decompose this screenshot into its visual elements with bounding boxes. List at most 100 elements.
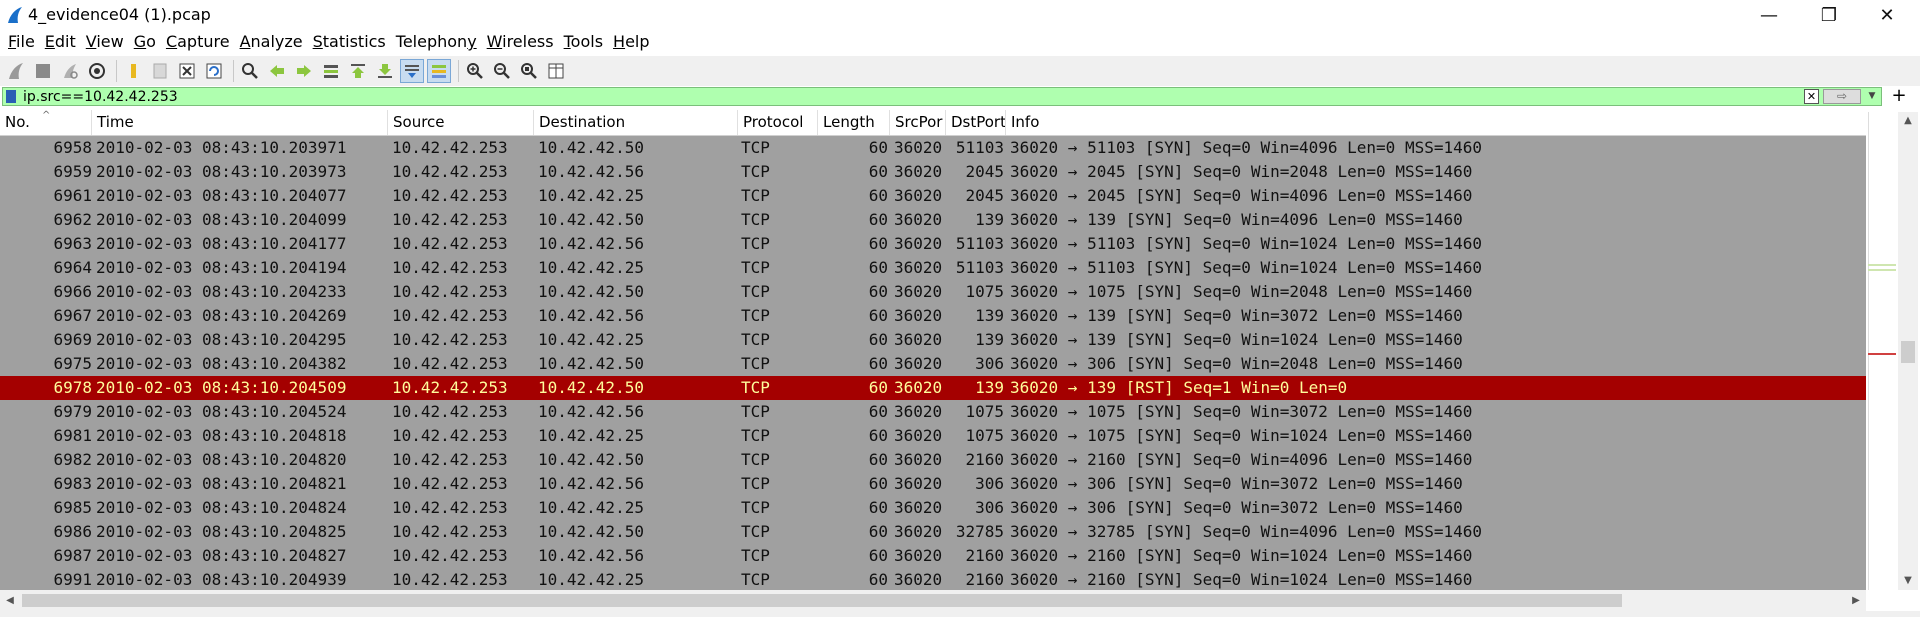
- restart-capture-button[interactable]: [58, 59, 82, 83]
- menu-capture[interactable]: Capture: [166, 30, 230, 54]
- packet-destination: 10.42.42.50: [538, 522, 644, 541]
- menu-wireless-mnemonic: W: [486, 32, 503, 51]
- scroll-right-arrow-icon[interactable]: ▶: [1846, 590, 1866, 611]
- zoom-out-button[interactable]: [490, 59, 514, 83]
- table-row[interactable]: 6986 2010-02-03 08:43:10.204825 10.42.42.2…: [0, 520, 1866, 544]
- table-row[interactable]: 6975 2010-02-03 08:43:10.204382 10.42.42.2…: [0, 352, 1866, 376]
- table-row[interactable]: 6963 2010-02-03 08:43:10.204177 10.42.42.2…: [0, 232, 1866, 256]
- menu-file[interactable]: File: [8, 30, 35, 54]
- table-row[interactable]: 6982 2010-02-03 08:43:10.204820 10.42.42.2…: [0, 448, 1866, 472]
- autoscroll-button[interactable]: [400, 59, 424, 83]
- find-packet-button[interactable]: [238, 59, 262, 83]
- menu-analyze[interactable]: Analyze: [240, 30, 303, 54]
- table-row[interactable]: 6964 2010-02-03 08:43:10.204194 10.42.42.2…: [0, 256, 1866, 280]
- menu-telephony-mnemonic: y: [467, 32, 477, 51]
- packet-destination: 10.42.42.56: [538, 306, 644, 325]
- go-forward-button[interactable]: [292, 59, 316, 83]
- menu-go[interactable]: Go: [134, 30, 156, 54]
- go-last-icon: [378, 64, 392, 78]
- column-header-dstport[interactable]: DstPort: [946, 110, 1006, 135]
- go-to-packet-icon: [324, 65, 338, 78]
- menu-view[interactable]: View: [86, 30, 124, 54]
- packet-minimap[interactable]: [1868, 112, 1897, 590]
- capture-options-button[interactable]: [85, 59, 109, 83]
- menu-view-label: iew: [96, 32, 124, 51]
- column-info-label: Info: [1011, 113, 1040, 131]
- add-filter-button[interactable]: +: [1888, 86, 1910, 106]
- table-row-selected[interactable]: 6978 2010-02-03 08:43:10.204509 10.42.42.2…: [0, 376, 1866, 400]
- packet-number: 6967: [53, 306, 92, 325]
- packet-time: 2010-02-03 08:43:10.204077: [96, 186, 347, 205]
- display-filter-text[interactable]: ip.src==10.42.42.253: [23, 88, 178, 106]
- packet-source: 10.42.42.253: [392, 546, 508, 565]
- scroll-down-arrow-icon[interactable]: ▼: [1898, 572, 1918, 590]
- scroll-up-arrow-icon[interactable]: ▲: [1898, 112, 1918, 130]
- horizontal-scrollbar[interactable]: ◀ ▶: [0, 590, 1866, 611]
- table-row[interactable]: 6962 2010-02-03 08:43:10.204099 10.42.42.2…: [0, 208, 1866, 232]
- table-row[interactable]: 6981 2010-02-03 08:43:10.204818 10.42.42.2…: [0, 424, 1866, 448]
- table-row[interactable]: 6967 2010-02-03 08:43:10.204269 10.42.42.2…: [0, 304, 1866, 328]
- menu-statistics[interactable]: Statistics: [313, 30, 386, 54]
- table-row[interactable]: 6983 2010-02-03 08:43:10.204821 10.42.42.2…: [0, 472, 1866, 496]
- table-row[interactable]: 6987 2010-02-03 08:43:10.204827 10.42.42.2…: [0, 544, 1866, 568]
- table-row[interactable]: 6958 2010-02-03 08:43:10.203971 10.42.42.2…: [0, 136, 1866, 160]
- display-filter-input[interactable]: ip.src==10.42.42.253 ✕ ⇨ ▼: [2, 87, 1882, 106]
- apply-filter-button[interactable]: ⇨: [1823, 89, 1861, 104]
- open-file-button[interactable]: [121, 59, 145, 83]
- table-row[interactable]: 6969 2010-02-03 08:43:10.204295 10.42.42.2…: [0, 328, 1866, 352]
- restore-button[interactable]: ❐: [1800, 0, 1858, 30]
- filter-history-dropdown[interactable]: ▼: [1865, 89, 1879, 104]
- column-header-protocol[interactable]: Protocol: [738, 110, 818, 135]
- packet-length: 60: [868, 522, 888, 541]
- packet-destination: 10.42.42.50: [538, 450, 644, 469]
- vertical-scroll-thumb[interactable]: [1901, 341, 1915, 363]
- minimize-button[interactable]: —: [1740, 0, 1798, 30]
- table-row[interactable]: 6991 2010-02-03 08:43:10.204939 10.42.42.2…: [0, 568, 1866, 590]
- menu-edit[interactable]: Edit: [45, 30, 76, 54]
- menu-help[interactable]: Help: [613, 30, 649, 54]
- reload-file-button[interactable]: [202, 59, 226, 83]
- zoom-in-button[interactable]: [463, 59, 487, 83]
- column-header-srcport[interactable]: SrcPor: [890, 110, 946, 135]
- column-header-info[interactable]: Info: [1006, 110, 1866, 135]
- column-header-no[interactable]: No. ^: [0, 110, 92, 135]
- go-back-button[interactable]: [265, 59, 289, 83]
- save-file-button[interactable]: [148, 59, 172, 83]
- column-header-time[interactable]: Time: [92, 110, 388, 135]
- start-capture-button[interactable]: [4, 59, 28, 83]
- scroll-left-arrow-icon[interactable]: ◀: [0, 590, 20, 611]
- column-header-source[interactable]: Source: [388, 110, 534, 135]
- horizontal-scroll-thumb[interactable]: [22, 594, 1622, 607]
- close-file-button[interactable]: [175, 59, 199, 83]
- packet-length: 60: [868, 426, 888, 445]
- colorize-button[interactable]: [427, 59, 451, 83]
- table-row[interactable]: 6985 2010-02-03 08:43:10.204824 10.42.42.2…: [0, 496, 1866, 520]
- menu-tools[interactable]: Tools: [564, 30, 603, 54]
- filter-bookmark-icon[interactable]: [6, 90, 16, 103]
- column-header-length[interactable]: Length: [818, 110, 890, 135]
- table-row[interactable]: 6959 2010-02-03 08:43:10.203973 10.42.42.2…: [0, 160, 1866, 184]
- table-row[interactable]: 6966 2010-02-03 08:43:10.204233 10.42.42.2…: [0, 280, 1866, 304]
- go-to-packet-button[interactable]: [319, 59, 343, 83]
- packet-srcport: 36020: [894, 138, 943, 157]
- close-button[interactable]: ✕: [1858, 0, 1916, 30]
- menu-telephony[interactable]: Telephony: [396, 30, 477, 54]
- go-last-button[interactable]: [373, 59, 397, 83]
- packet-protocol: TCP: [741, 378, 770, 397]
- packet-list[interactable]: 6958 2010-02-03 08:43:10.203971 10.42.42.2…: [0, 136, 1866, 590]
- menu-help-label: elp: [625, 32, 650, 51]
- menu-statistics-mnemonic: S: [312, 32, 323, 51]
- table-row[interactable]: 6979 2010-02-03 08:43:10.204524 10.42.42.2…: [0, 400, 1866, 424]
- menu-wireless[interactable]: Wireless: [487, 30, 554, 54]
- stop-capture-button[interactable]: [31, 59, 55, 83]
- packet-protocol: TCP: [741, 282, 770, 301]
- restore-icon: ❐: [1820, 4, 1838, 26]
- packet-source: 10.42.42.253: [392, 522, 508, 541]
- clear-filter-button[interactable]: ✕: [1804, 89, 1819, 104]
- column-header-destination[interactable]: Destination: [534, 110, 738, 135]
- resize-columns-button[interactable]: [544, 59, 568, 83]
- packet-info: 36020 → 306 [SYN] Seq=0 Win=3072 Len=0 M…: [1010, 498, 1463, 517]
- table-row[interactable]: 6961 2010-02-03 08:43:10.204077 10.42.42.2…: [0, 184, 1866, 208]
- go-first-button[interactable]: [346, 59, 370, 83]
- zoom-normal-button[interactable]: [517, 59, 541, 83]
